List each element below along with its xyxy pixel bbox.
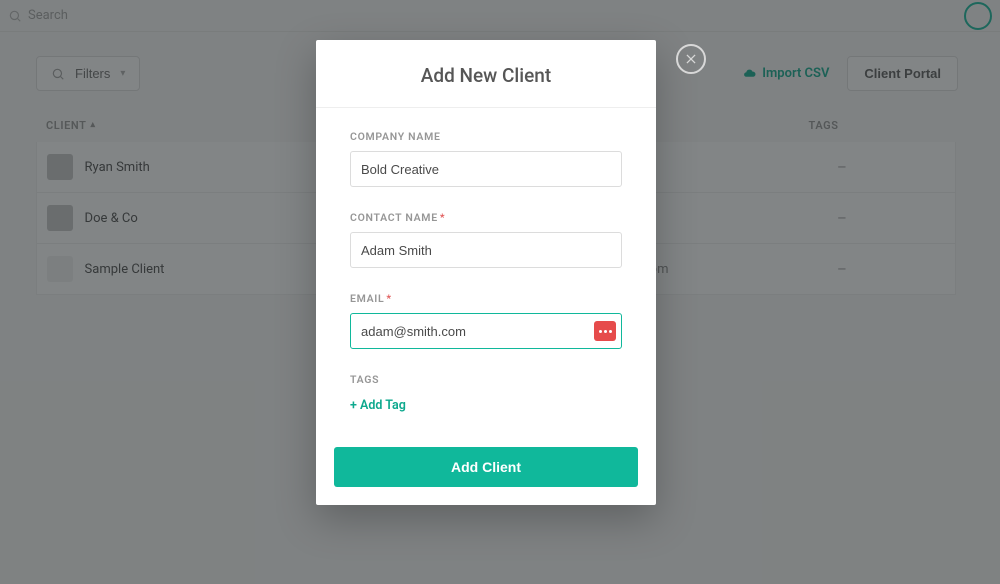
- company-name-input[interactable]: [350, 151, 622, 187]
- add-client-button[interactable]: Add Client: [334, 447, 638, 487]
- company-name-label: COMPANY NAME: [350, 130, 622, 143]
- contact-name-field: CONTACT NAME*: [350, 211, 622, 268]
- email-input[interactable]: [350, 313, 622, 349]
- tags-field: TAGS + Add Tag: [350, 373, 622, 413]
- tags-label: TAGS: [350, 373, 622, 386]
- close-modal-button[interactable]: [676, 44, 706, 74]
- add-client-modal: Add New Client COMPANY NAME CONTACT NAME…: [316, 40, 656, 505]
- required-asterisk: *: [440, 211, 445, 224]
- add-tag-link[interactable]: + Add Tag: [350, 398, 406, 413]
- modal-title: Add New Client: [316, 40, 656, 108]
- password-manager-icon[interactable]: [594, 321, 616, 341]
- modal-footer: Add Client: [316, 419, 656, 487]
- modal-body: COMPANY NAME CONTACT NAME* EMAIL* TAGS +…: [316, 108, 656, 419]
- email-field: EMAIL*: [350, 292, 622, 349]
- contact-name-label: CONTACT NAME*: [350, 211, 622, 224]
- company-name-field: COMPANY NAME: [350, 130, 622, 187]
- contact-name-input[interactable]: [350, 232, 622, 268]
- email-label: EMAIL*: [350, 292, 622, 305]
- required-asterisk: *: [386, 292, 391, 305]
- close-icon: [684, 52, 698, 66]
